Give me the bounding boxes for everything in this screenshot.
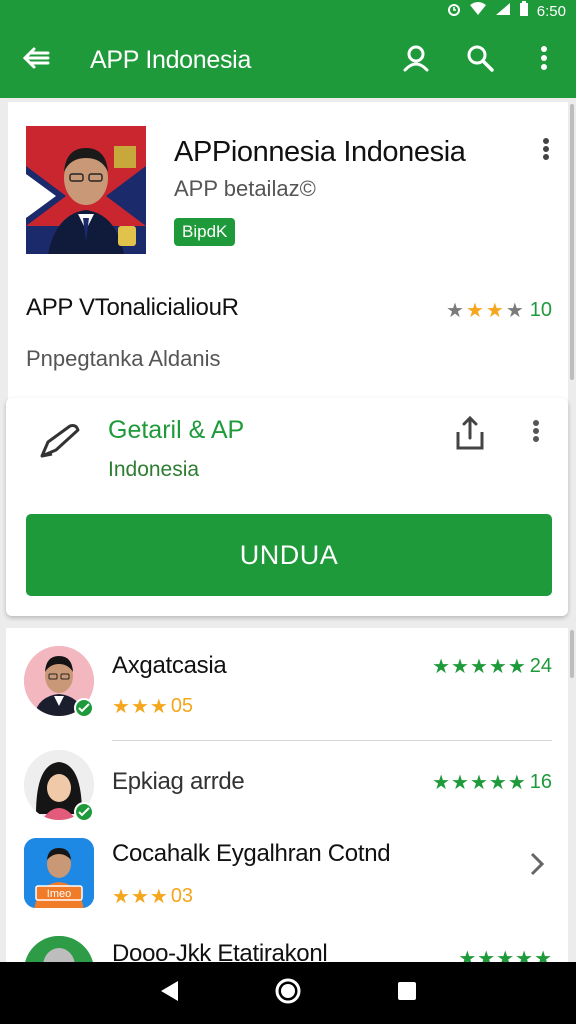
install-button[interactable]: UNDUA xyxy=(26,514,552,596)
search-icon xyxy=(466,44,494,77)
star-icon: ★ xyxy=(469,656,488,678)
square-recents-icon xyxy=(396,980,418,1007)
app-badge: BipdK xyxy=(174,218,236,246)
install-card: Getaril & AP Indonesia UNDUA xyxy=(6,398,568,616)
status-time: 6:50 xyxy=(536,2,566,20)
app-more-button[interactable] xyxy=(532,136,560,166)
app-bar: APP Indonesia xyxy=(0,22,576,98)
star-icon: ★ xyxy=(446,300,464,322)
account-button[interactable] xyxy=(384,22,448,98)
more-vert-icon xyxy=(532,419,540,448)
app-subtitle: APP betailaz© xyxy=(174,176,316,201)
star-icon: ★ xyxy=(130,886,149,908)
app-icon: Imeo xyxy=(24,838,94,908)
share-button[interactable] xyxy=(452,415,488,457)
signal-icon xyxy=(495,2,511,20)
install-more-button[interactable] xyxy=(524,416,548,450)
back-arrow-icon xyxy=(22,47,50,74)
list-item[interactable]: Epkiag arrde ★ ★ ★ ★ ★ 16 xyxy=(6,746,568,836)
star-icon: ★ xyxy=(112,886,130,908)
triangle-back-icon xyxy=(158,979,180,1008)
install-subtitle: Indonesia xyxy=(108,458,200,481)
pencil-icon xyxy=(38,420,82,465)
app-detail-card: APPionnesia Indonesia APP betailaz© Bipd… xyxy=(8,102,568,402)
more-options-button[interactable] xyxy=(512,22,576,98)
alarm-icon xyxy=(447,2,461,20)
system-nav-bar xyxy=(0,962,576,1024)
list-item-name: Cocahalk Eygalhran Cotnd xyxy=(112,840,391,867)
verified-icon xyxy=(74,802,94,822)
circle-home-icon xyxy=(274,977,302,1010)
scrollbar[interactable] xyxy=(570,104,574,380)
list-item-rating-right: ★ ★ ★ ★ ★ 16 xyxy=(432,770,552,795)
scrollbar[interactable] xyxy=(570,630,574,678)
star-icon: ★ xyxy=(432,656,450,678)
rating-value: 03 xyxy=(170,885,194,907)
star-icon: ★ xyxy=(507,772,526,794)
star-icon: ★ xyxy=(432,772,450,794)
star-icon: ★ xyxy=(469,772,488,794)
chevron-right-icon[interactable] xyxy=(526,848,548,880)
star-icon: ★ xyxy=(451,656,469,678)
star-icon: ★ xyxy=(488,772,507,794)
star-icon: ★ xyxy=(149,886,168,908)
star-icon: ★ xyxy=(505,300,524,322)
list-item-rating: ★ ★ ★ 05 xyxy=(112,694,193,719)
list-item-rating: ★ ★ ★ 03 xyxy=(112,884,193,909)
edit-button[interactable] xyxy=(36,418,84,466)
nav-home-button[interactable] xyxy=(268,973,308,1013)
star-icon: ★ xyxy=(488,656,507,678)
app-name: APPionnesia Indonesia xyxy=(174,136,466,168)
back-button[interactable] xyxy=(0,22,72,98)
star-icon: ★ xyxy=(112,696,130,718)
app-rating: ★ ★ ★ ★ 10 xyxy=(446,298,552,323)
list-item[interactable]: Imeo Cocahalk Eygalhran Cotnd ★ ★ ★ 03 xyxy=(6,834,568,934)
battery-icon xyxy=(519,1,529,21)
rating-value: 10 xyxy=(529,299,552,321)
more-vert-icon xyxy=(542,137,550,166)
star-icon: ★ xyxy=(149,696,168,718)
star-icon: ★ xyxy=(451,772,469,794)
nav-back-button[interactable] xyxy=(149,973,189,1013)
list-item-name: Epkiag arrde xyxy=(112,768,245,795)
verified-icon xyxy=(74,698,94,718)
section-subtitle: Pnpegtanka Aldanis xyxy=(26,346,221,371)
nav-recents-button[interactable] xyxy=(387,973,427,1013)
app-icon-label: Imeo xyxy=(47,888,71,900)
account-icon xyxy=(402,44,430,77)
install-title: Getaril & AP xyxy=(108,416,245,444)
status-bar: 6:50 xyxy=(0,0,576,22)
share-icon xyxy=(454,415,486,457)
app-bar-title: APP Indonesia xyxy=(90,45,252,74)
app-list: Axgatcasia ★ ★ ★ 05 ★ ★ ★ ★ ★ 24 Epkiag … xyxy=(6,628,568,968)
list-item-rating-right: ★ ★ ★ ★ ★ 24 xyxy=(432,654,552,679)
search-button[interactable] xyxy=(448,22,512,98)
star-icon: ★ xyxy=(507,656,526,678)
star-icon: ★ xyxy=(485,300,504,322)
divider xyxy=(112,740,552,741)
more-vert-icon xyxy=(540,45,548,76)
list-item[interactable]: Axgatcasia ★ ★ ★ 05 ★ ★ ★ ★ ★ 24 xyxy=(6,628,568,740)
wifi-icon xyxy=(469,2,487,20)
star-icon: ★ xyxy=(465,300,484,322)
section-title: APP VTonalicialiouR xyxy=(26,294,239,321)
rating-value: 05 xyxy=(170,695,194,717)
list-item-name: Axgatcasia xyxy=(112,652,227,679)
rating-value: 16 xyxy=(529,771,552,793)
rating-value: 24 xyxy=(529,655,552,677)
app-icon[interactable] xyxy=(26,126,146,254)
star-icon: ★ xyxy=(130,696,149,718)
